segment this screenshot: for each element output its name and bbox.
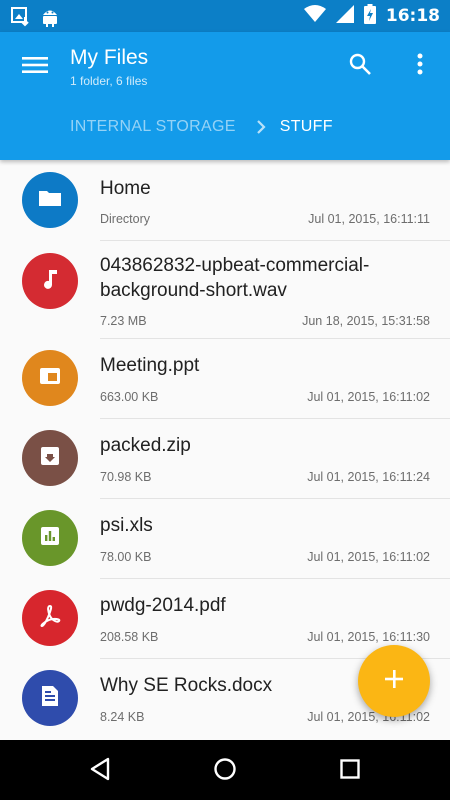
back-icon [89, 757, 111, 786]
app-bar: My Files 1 folder, 6 files INTERNAL STOR… [0, 32, 450, 160]
add-button[interactable] [358, 645, 430, 717]
music-note-icon [41, 268, 59, 295]
file-date: Jul 01, 2015, 16:11:30 [307, 630, 430, 644]
photo-download-icon [10, 5, 32, 32]
file-avatar [22, 590, 78, 646]
file-date: Jul 01, 2015, 16:11:11 [308, 212, 430, 226]
presentation-icon [39, 367, 61, 390]
menu-button[interactable] [18, 50, 52, 84]
file-name: 043862832-upbeat-commercial-background-s… [100, 255, 370, 301]
file-date: Jul 01, 2015, 16:11:24 [307, 470, 430, 484]
file-name: psi.xls [100, 515, 153, 536]
file-meta: 663.00 KB [100, 390, 159, 404]
file-meta: 78.00 KB [100, 550, 152, 564]
back-button[interactable] [83, 754, 117, 788]
status-bar: 16:18 [0, 0, 450, 32]
chevron-right-icon [256, 119, 266, 135]
navigation-bar [0, 740, 450, 800]
pdf-icon [38, 604, 62, 633]
file-name: Meeting.ppt [100, 355, 200, 376]
file-avatar [22, 253, 78, 309]
breadcrumb-internal-storage[interactable]: INTERNAL STORAGE [70, 118, 236, 136]
breadcrumb: INTERNAL STORAGE STUFF [70, 118, 333, 136]
status-time: 16:18 [385, 6, 440, 26]
more-vert-icon [417, 53, 423, 80]
list-item[interactable]: Home Directory Jul 01, 2015, 16:11:11 [0, 160, 450, 241]
file-date: Jul 01, 2015, 16:11:02 [307, 550, 430, 564]
archive-icon [40, 446, 60, 471]
document-icon [41, 685, 59, 712]
file-avatar [22, 350, 78, 406]
file-name: packed.zip [100, 435, 191, 456]
hamburger-menu-icon [22, 55, 48, 80]
file-date: Jun 18, 2015, 15:31:58 [302, 314, 430, 328]
android-icon [40, 5, 60, 32]
battery-charging-icon [363, 3, 376, 29]
wifi-icon [303, 4, 326, 28]
file-meta: 70.98 KB [100, 470, 152, 484]
recents-icon [339, 758, 361, 785]
spreadsheet-icon [40, 526, 60, 551]
home-button[interactable] [208, 754, 242, 788]
more-options-button[interactable] [406, 50, 434, 82]
file-meta: 208.58 KB [100, 630, 159, 644]
folder-icon [38, 188, 62, 213]
file-avatar [22, 172, 78, 228]
home-icon [213, 757, 237, 786]
search-icon [348, 52, 372, 81]
list-item[interactable]: 043862832-upbeat-commercial-background-s… [0, 241, 450, 339]
recents-button[interactable] [333, 754, 367, 788]
file-meta: Directory [100, 212, 151, 226]
file-avatar [22, 510, 78, 566]
signal-icon [335, 4, 354, 28]
list-item[interactable]: Meeting.ppt 663.00 KB Jul 01, 2015, 16:1… [0, 339, 450, 419]
file-meta: 8.24 KB [100, 710, 145, 724]
file-name: Home [100, 178, 151, 199]
file-avatar [22, 430, 78, 486]
list-item[interactable]: psi.xls 78.00 KB Jul 01, 2015, 16:11:02 [0, 499, 450, 579]
file-name: pwdg-2014.pdf [100, 595, 226, 616]
file-meta: 7.23 MB [100, 314, 147, 328]
page-title: My Files [70, 46, 149, 69]
search-button[interactable] [344, 50, 376, 82]
file-date: Jul 01, 2015, 16:11:02 [307, 390, 430, 404]
add-icon [383, 668, 405, 695]
page-subtitle: 1 folder, 6 files [70, 74, 148, 88]
list-item[interactable]: packed.zip 70.98 KB Jul 01, 2015, 16:11:… [0, 419, 450, 499]
breadcrumb-stuff[interactable]: STUFF [280, 118, 333, 136]
file-avatar [22, 670, 78, 726]
